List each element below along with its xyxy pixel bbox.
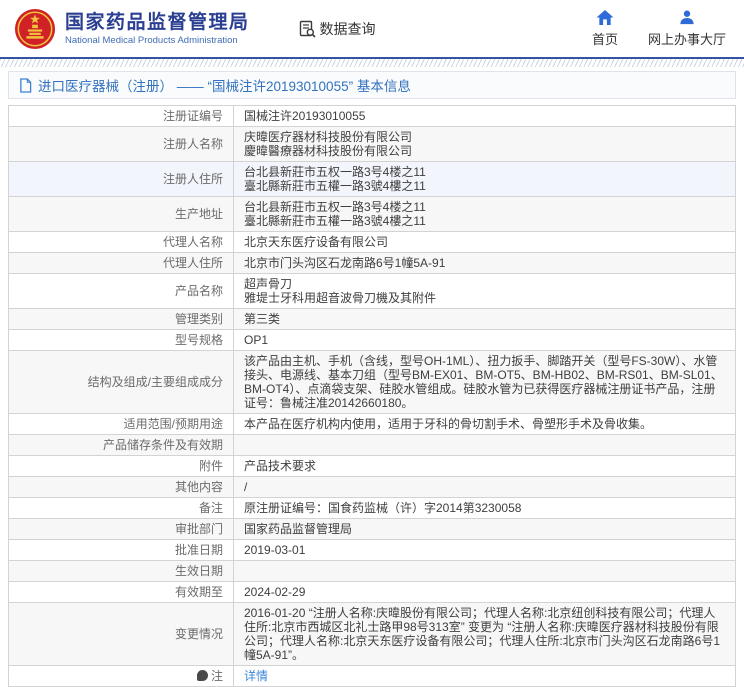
site-logo[interactable]: 国家药品监督管理局 National Medical Products Admi…: [14, 8, 250, 50]
data-query-section[interactable]: 数据查询: [298, 19, 376, 39]
row-value: 国家药品监督管理局: [234, 519, 736, 540]
data-query-label: 数据查询: [320, 19, 376, 39]
org-titles: 国家药品监督管理局 National Medical Products Admi…: [65, 12, 250, 46]
row-label: 有效期至: [9, 582, 234, 603]
row-label: 产品储存条件及有效期: [9, 435, 234, 456]
org-name-en: National Medical Products Administration: [65, 35, 250, 46]
row-value: 第三类: [234, 309, 736, 330]
table-row: 型号规格OP1: [9, 330, 736, 351]
home-icon: [595, 9, 615, 26]
table-row: 注册证编号国械注许20193010055: [9, 106, 736, 127]
row-value: 超声骨刀 雅堤士牙科用超音波骨刀機及其附件: [234, 274, 736, 309]
nav-home[interactable]: 首页: [592, 9, 618, 48]
row-label: 适用范围/预期用途: [9, 414, 234, 435]
row-label: 审批部门: [9, 519, 234, 540]
table-row: 注详情: [9, 666, 736, 687]
row-value: 台北县新莊市五权一路3号4楼之11 臺北縣新莊市五權一路3號4樓之11: [234, 197, 736, 232]
row-label: 生产地址: [9, 197, 234, 232]
table-row: 代理人住所北京市门头沟区石龙南路6号1幢5A-91: [9, 253, 736, 274]
table-row: 审批部门国家药品监督管理局: [9, 519, 736, 540]
table-row: 代理人名称北京天东医疗设备有限公司: [9, 232, 736, 253]
row-label: 批准日期: [9, 540, 234, 561]
data-query-icon: [298, 20, 316, 38]
table-row: 适用范围/预期用途本产品在医疗机构内使用，适用于牙科的骨切割手术、骨塑形手术及骨…: [9, 414, 736, 435]
row-value: 原注册证编号：国食药监械（许）字2014第3230058: [234, 498, 736, 519]
nav-home-label: 首页: [592, 29, 618, 48]
table-row: 生效日期: [9, 561, 736, 582]
row-label: 代理人住所: [9, 253, 234, 274]
registration-info-table: 注册证编号国械注许20193010055注册人名称庆暐医疗器材科技股份有限公司 …: [8, 105, 736, 687]
row-label: 注册人名称: [9, 127, 234, 162]
row-value: [234, 435, 736, 456]
row-label: 附件: [9, 456, 234, 477]
row-label: 结构及组成/主要组成成分: [9, 351, 234, 414]
table-row: 批准日期2019-03-01: [9, 540, 736, 561]
table-row: 管理类别第三类: [9, 309, 736, 330]
row-label: 生效日期: [9, 561, 234, 582]
row-label: 其他内容: [9, 477, 234, 498]
national-emblem-icon: [14, 8, 56, 50]
row-value: 北京天东医疗设备有限公司: [234, 232, 736, 253]
nav-service-hall-label: 网上办事大厅: [648, 29, 726, 48]
row-value: 该产品由主机、手机（含线，型号OH-1ML）、扭力扳手、脚踏开关（型号FS-30…: [234, 351, 736, 414]
row-value: 2019-03-01: [234, 540, 736, 561]
table-row: 注册人名称庆暐医疗器材科技股份有限公司 慶暐醫療器材科技股份有限公司: [9, 127, 736, 162]
row-value: OP1: [234, 330, 736, 351]
top-nav: 首页 网上办事大厅: [592, 9, 730, 48]
page-icon: [19, 78, 32, 93]
detail-link[interactable]: 详情: [244, 669, 268, 683]
row-value: 2024-02-29: [234, 582, 736, 603]
hatch-pattern-strip: [0, 59, 744, 67]
row-value: 庆暐医疗器材科技股份有限公司 慶暐醫療器材科技股份有限公司: [234, 127, 736, 162]
row-label: 注册人住所: [9, 162, 234, 197]
nav-service-hall[interactable]: 网上办事大厅: [648, 9, 726, 48]
site-header: 国家药品监督管理局 National Medical Products Admi…: [0, 0, 744, 57]
table-row: 生产地址台北县新莊市五权一路3号4楼之11 臺北縣新莊市五權一路3號4樓之11: [9, 197, 736, 232]
row-value: 北京市门头沟区石龙南路6号1幢5A-91: [234, 253, 736, 274]
table-row: 变更情况2016-01-20 “注册人名称:庆暐股份有限公司；代理人名称:北京纽…: [9, 603, 736, 666]
row-label: 产品名称: [9, 274, 234, 309]
row-value: [234, 561, 736, 582]
table-row: 备注原注册证编号：国食药监械（许）字2014第3230058: [9, 498, 736, 519]
row-value: 产品技术要求: [234, 456, 736, 477]
breadcrumb: 进口医疗器械（注册） —— “国械注许20193010055” 基本信息: [8, 71, 736, 99]
row-label: 管理类别: [9, 309, 234, 330]
row-label: 备注: [9, 498, 234, 519]
table-row: 产品名称超声骨刀 雅堤士牙科用超音波骨刀機及其附件: [9, 274, 736, 309]
table-row: 有效期至2024-02-29: [9, 582, 736, 603]
row-value: 详情: [234, 666, 736, 687]
row-value: 2016-01-20 “注册人名称:庆暐股份有限公司；代理人名称:北京纽创科技有…: [234, 603, 736, 666]
table-row: 附件产品技术要求: [9, 456, 736, 477]
info-table-body: 注册证编号国械注许20193010055注册人名称庆暐医疗器材科技股份有限公司 …: [9, 106, 736, 687]
person-icon: [678, 9, 696, 26]
row-label: 型号规格: [9, 330, 234, 351]
row-value: 国械注许20193010055: [234, 106, 736, 127]
row-label: 代理人名称: [9, 232, 234, 253]
row-value: /: [234, 477, 736, 498]
row-value: 台北县新莊市五权一路3号4楼之11 臺北縣新莊市五權一路3號4樓之11: [234, 162, 736, 197]
row-label: 注册证编号: [9, 106, 234, 127]
breadcrumb-title: 进口医疗器械（注册） —— “国械注许20193010055” 基本信息: [38, 75, 411, 95]
table-row: 结构及组成/主要组成成分该产品由主机、手机（含线，型号OH-1ML）、扭力扳手、…: [9, 351, 736, 414]
org-name-cn: 国家药品监督管理局: [65, 12, 250, 34]
row-value: 本产品在医疗机构内使用，适用于牙科的骨切割手术、骨塑形手术及骨收集。: [234, 414, 736, 435]
row-label: 变更情况: [9, 603, 234, 666]
note-icon: [197, 670, 208, 681]
table-row: 其他内容/: [9, 477, 736, 498]
table-row: 产品储存条件及有效期: [9, 435, 736, 456]
row-label: 注: [9, 666, 234, 687]
table-row: 注册人住所台北县新莊市五权一路3号4楼之11 臺北縣新莊市五權一路3號4樓之11: [9, 162, 736, 197]
